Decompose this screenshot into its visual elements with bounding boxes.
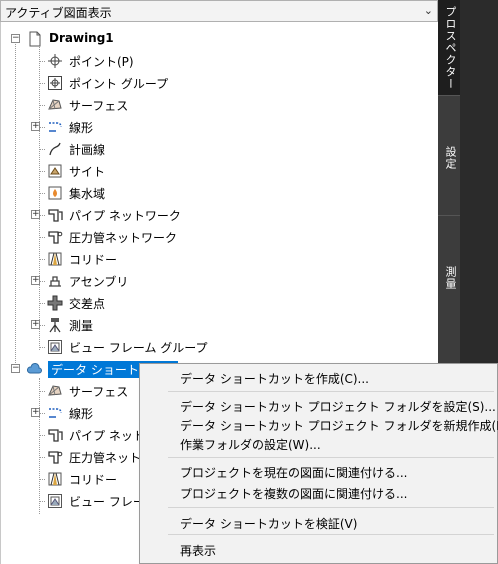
tree-item-label: コリドー [69,473,118,487]
view-frame-icon [48,494,62,508]
tree-item-label: コリドー [69,253,118,267]
view-select-dropdown[interactable]: アクティブ図面表示 ⌄ [0,0,438,22]
feature-line-icon [49,142,61,156]
assembly-icon [49,276,61,287]
alignment-icon [49,122,62,132]
tree-item-label: アセンブリ [69,275,129,289]
chevron-down-icon[interactable]: ⌄ [424,4,433,17]
tree-item[interactable]: 圧力管ネットワーク [1,226,439,248]
surface-icon [48,99,62,110]
corridor-icon [48,252,62,266]
tree-root-label: Drawing1 [49,31,114,45]
tree-item[interactable]: + アセンブリ [1,270,439,292]
context-menu: データ ショートカットを作成(C)... データ ショートカット プロジェクト … [139,363,498,564]
point-group-icon [48,76,62,90]
menu-item-associate-multiple[interactable]: プロジェクトを複数の図面に関連付ける... [140,481,497,503]
collapse-toggle[interactable]: − [11,34,20,43]
view-frame-icon [48,340,62,354]
tree-item-label: 計画線 [69,143,106,157]
tab-survey[interactable]: 測量 [438,216,460,364]
tree-item-label: サイト [69,165,106,179]
tree-item-label: パイプ ネットワーク [69,209,181,223]
tree-item-label: 圧力管ネットワーク [69,231,178,245]
menu-item-refresh[interactable]: 再表示 [140,538,497,560]
tree-item-label: 測量 [69,319,94,333]
catchment-icon [48,186,62,200]
surface-icon [48,385,62,396]
tree-item-label: サーフェス [69,385,129,399]
tree-item[interactable]: コリドー [1,248,439,270]
point-icon [48,54,62,68]
pressure-network-icon [48,451,63,464]
tree-item[interactable]: + 線形 [1,116,439,138]
tree-item[interactable]: ビュー フレーム グループ [1,336,439,358]
tree-item[interactable]: + 測量 [1,314,439,336]
corridor-icon [48,472,62,486]
tree-item-label: ポイント グループ [69,77,169,91]
expand-toggle[interactable]: + [31,210,40,219]
survey-icon [49,318,61,333]
menu-separator [168,391,494,392]
collapse-toggle[interactable]: − [11,364,20,373]
tree-root-drawing[interactable]: − Drawing1 [1,28,439,50]
site-icon [48,164,62,178]
tree-item-label: ビュー フレーム グループ [69,341,208,355]
tree-item-label: 線形 [69,407,94,421]
tree-item[interactable]: 交差点 [1,292,439,314]
menu-separator [168,507,494,508]
tree-item[interactable]: 集水域 [1,182,439,204]
tree-item[interactable]: ポイント(P) [1,50,439,72]
pipe-network-icon [48,429,63,442]
expand-toggle[interactable]: + [31,408,40,417]
menu-item-working-folder[interactable]: 作業フォルダの設定(W)... [140,432,497,454]
tree-item[interactable]: ポイント グループ [1,72,439,94]
view-select-value: アクティブ図面表示 [5,6,112,20]
pipe-network-icon [48,209,63,222]
tree-item[interactable]: 計画線 [1,138,439,160]
menu-separator [168,534,494,535]
data-shortcut-cloud-icon [27,363,42,374]
tab-settings[interactable]: 設定 [438,96,460,216]
menu-item-create-shortcuts[interactable]: データ ショートカットを作成(C)... [140,366,497,388]
tree-item[interactable]: + パイプ ネットワーク [1,204,439,226]
drawing-icon [29,31,41,47]
pressure-network-icon [48,231,63,244]
tree-item-label: 交差点 [69,297,106,311]
tab-prospector[interactable]: プロスペクター [438,0,460,96]
tree-item[interactable]: サイト [1,160,439,182]
expand-toggle[interactable]: + [31,320,40,329]
tree-item-label: ポイント(P) [69,55,134,69]
tree-item-label: サーフェス [69,99,129,113]
menu-separator [168,457,494,458]
tree-item-label: 集水域 [69,187,106,201]
menu-item-associate-current[interactable]: プロジェクトを現在の図面に関連付ける... [140,460,497,482]
intersection-icon [47,295,63,311]
tree-item[interactable]: サーフェス [1,94,439,116]
expand-toggle[interactable]: + [31,276,40,285]
tree-item-label: 線形 [69,121,94,135]
expand-toggle[interactable]: + [31,122,40,131]
alignment-icon [49,408,62,418]
menu-item-validate[interactable]: データ ショートカットを検証(V) [140,511,497,533]
